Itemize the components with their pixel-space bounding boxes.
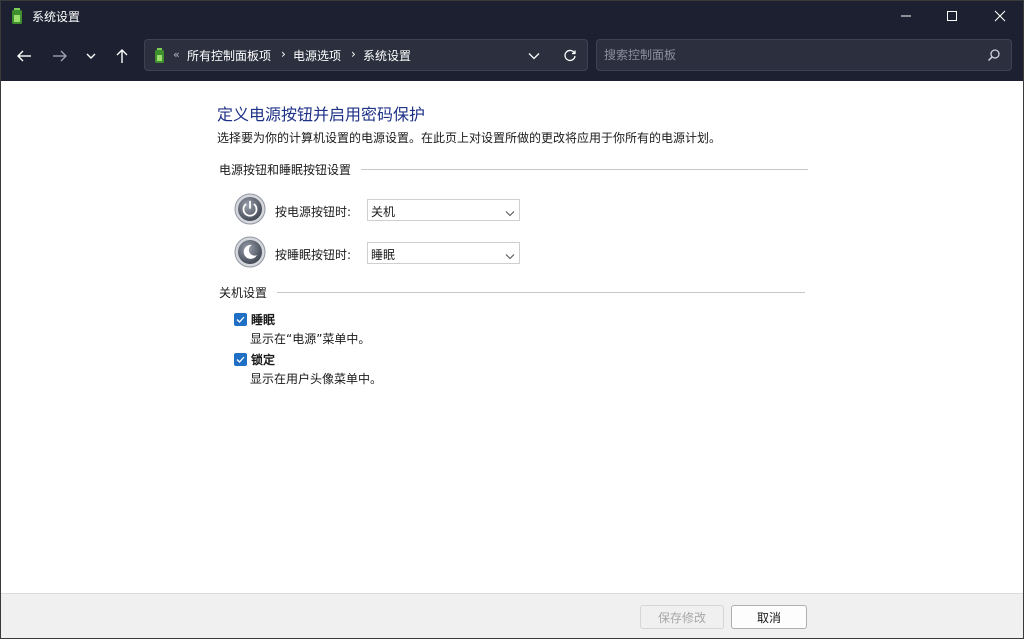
- sleep-checkbox[interactable]: [234, 313, 247, 326]
- recent-locations-button[interactable]: [77, 42, 105, 70]
- page-title: 定义电源按钮并启用密码保护: [217, 105, 426, 124]
- breadcrumb-overflow[interactable]: «: [173, 48, 180, 61]
- up-button[interactable]: [108, 42, 136, 70]
- footer-bar: 保存修改 取消: [1, 593, 1023, 638]
- sleep-option-description: 显示在“电源”菜单中。: [250, 332, 371, 346]
- chevron-down-icon: [505, 249, 515, 263]
- minimize-button[interactable]: [883, 1, 929, 31]
- group-divider: [277, 292, 806, 293]
- select-value: 睡眠: [371, 248, 396, 262]
- battery-location-icon: [154, 48, 165, 63]
- chevron-down-icon: [86, 53, 96, 59]
- cancel-button[interactable]: 取消: [731, 605, 807, 629]
- back-button[interactable]: [10, 42, 38, 70]
- chevron-down-icon: [528, 53, 540, 60]
- address-bar[interactable]: « 所有控制面板项 › 电源选项 › 系统设置: [144, 39, 588, 71]
- lock-checkbox[interactable]: [234, 353, 247, 366]
- system-settings-window: 系统设置 « 所有控制面板项 › 电源选项 › 系统设置 搜索控制面板 定义电源…: [0, 0, 1024, 639]
- group-divider: [361, 169, 809, 170]
- search-input[interactable]: [604, 45, 974, 65]
- group-heading-label: 电源按钮和睡眠按钮设置: [219, 163, 352, 177]
- forward-button[interactable]: [46, 42, 74, 70]
- breadcrumb-separator[interactable]: ›: [281, 47, 286, 61]
- arrow-left-icon: [17, 50, 31, 62]
- chevron-down-icon: [505, 206, 515, 220]
- power-button-icon: [234, 193, 266, 225]
- breadcrumb-system-settings[interactable]: 系统设置: [363, 47, 411, 64]
- save-changes-button[interactable]: 保存修改: [640, 605, 724, 629]
- close-button[interactable]: [977, 1, 1023, 31]
- sleep-button-icon: [234, 236, 266, 268]
- search-box[interactable]: [596, 39, 1012, 71]
- breadcrumb-power-options[interactable]: 电源选项: [293, 47, 341, 64]
- breadcrumb-all-control-panel-items[interactable]: 所有控制面板项: [187, 47, 271, 64]
- refresh-button[interactable]: [558, 45, 582, 67]
- battery-app-icon: [11, 8, 23, 24]
- title-bar: 系统设置: [1, 1, 1023, 31]
- arrow-right-icon: [53, 50, 67, 62]
- sleep-button-label: 按睡眠按钮时:: [275, 248, 352, 262]
- content-area: 定义电源按钮并启用密码保护 选择要为你的计算机设置的电源设置。在此页上对设置所做…: [1, 81, 1023, 593]
- sleep-button-action-select[interactable]: 睡眠: [367, 242, 520, 264]
- checkmark-icon: [236, 356, 245, 363]
- page-description: 选择要为你的计算机设置的电源设置。在此页上对设置所做的更改将应用于你所有的电源计…: [217, 131, 722, 145]
- maximize-button[interactable]: [929, 1, 975, 31]
- navigation-bar: « 所有控制面板项 › 电源选项 › 系统设置: [1, 31, 1023, 81]
- power-buttons-group-heading: 电源按钮和睡眠按钮设置: [219, 161, 809, 178]
- sleep-option-title[interactable]: 睡眠: [251, 311, 275, 328]
- lock-option-title[interactable]: 锁定: [251, 351, 275, 368]
- arrow-up-icon: [116, 49, 128, 63]
- refresh-icon: [564, 49, 576, 62]
- group-heading-label: 关机设置: [219, 286, 268, 300]
- lock-option-description: 显示在用户头像菜单中。: [250, 372, 383, 386]
- select-value: 关机: [371, 205, 396, 219]
- power-button-action-select[interactable]: 关机: [367, 199, 520, 221]
- address-history-button[interactable]: [523, 46, 545, 66]
- power-button-label: 按电源按钮时:: [275, 205, 352, 219]
- close-icon: [994, 10, 1006, 22]
- window-title: 系统设置: [32, 10, 81, 24]
- breadcrumb-separator[interactable]: ›: [351, 47, 356, 61]
- checkmark-icon: [236, 316, 245, 323]
- minimize-icon: [901, 15, 911, 17]
- maximize-icon: [947, 11, 957, 21]
- shutdown-settings-group-heading: 关机设置: [219, 284, 806, 301]
- search-icon[interactable]: [987, 48, 1001, 65]
